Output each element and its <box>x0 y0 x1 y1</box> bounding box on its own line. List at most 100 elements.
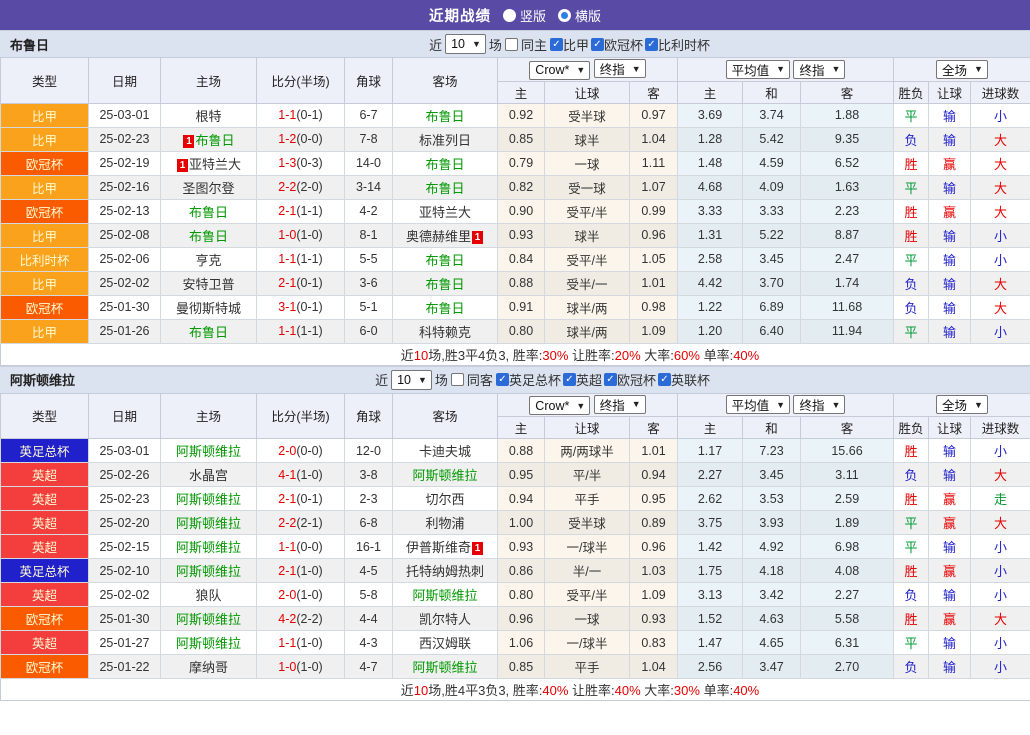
matches-count-select[interactable]: 10▼ <box>445 34 486 54</box>
halftime-score: (1-0) <box>296 588 322 602</box>
home-team-cell: 圣图尔登 <box>161 175 257 199</box>
col-header-type: 类型 <box>1 393 89 439</box>
home-team-name[interactable]: 阿斯顿维拉 <box>176 564 241 579</box>
home-team-cell: 阿斯顿维拉 <box>161 559 257 583</box>
result-goals: 小 <box>971 559 1030 583</box>
avg-odds-select[interactable]: 平均值▼ <box>726 395 790 414</box>
league-checkbox[interactable]: ✓ <box>496 373 509 386</box>
home-team-name[interactable]: 阿斯顿维拉 <box>176 612 241 627</box>
chevron-down-icon: ▼ <box>832 400 841 410</box>
away-odds: 0.97 <box>630 103 678 127</box>
corner-count: 4-2 <box>345 199 393 223</box>
away-team-name[interactable]: 布鲁日 <box>425 301 464 316</box>
home-odds: 0.79 <box>498 151 545 175</box>
home-team-name[interactable]: 布鲁日 <box>189 205 228 220</box>
vertical-layout-radio[interactable]: 竖版 <box>503 6 546 25</box>
away-team-name[interactable]: 卡迪夫城 <box>419 444 471 459</box>
same-side-checkbox[interactable] <box>505 38 518 51</box>
fullmatch-select[interactable]: 全场▼ <box>936 395 988 414</box>
summary-segment: 近 <box>401 348 414 363</box>
league-checkbox[interactable]: ✓ <box>604 373 617 386</box>
away-team-name[interactable]: 布鲁日 <box>425 109 464 124</box>
home-team-name[interactable]: 摩纳哥 <box>189 660 228 675</box>
fulltime-score: 1-1 <box>278 324 296 338</box>
home-team-name[interactable]: 布鲁日 <box>189 229 228 244</box>
matches-count-select[interactable]: 10▼ <box>391 370 432 390</box>
score-cell: 2-2(2-1) <box>257 511 345 535</box>
odds-time-select-value: 终指 <box>600 59 625 78</box>
away-team-name[interactable]: 布鲁日 <box>425 277 464 292</box>
home-odds: 0.80 <box>498 583 545 607</box>
radio-selected-icon[interactable] <box>558 9 571 22</box>
away-team-name[interactable]: 布鲁日 <box>425 181 464 196</box>
league-type-badge: 比甲 <box>1 103 89 127</box>
away-team-name[interactable]: 标准列日 <box>419 133 471 148</box>
league-checkbox[interactable]: ✓ <box>563 373 576 386</box>
away-team-name[interactable]: 阿斯顿维拉 <box>412 588 477 603</box>
away-team-name[interactable]: 科特赖克 <box>419 325 471 340</box>
fullmatch-select[interactable]: 全场▼ <box>936 60 988 79</box>
away-team-cell: 科特赖克 <box>393 319 498 343</box>
home-team-name[interactable]: 狼队 <box>195 588 221 603</box>
bookmaker-select[interactable]: Crow*▼ <box>529 396 590 415</box>
odds-time-select[interactable]: 终指▼ <box>594 59 646 78</box>
away-team-name[interactable]: 凯尔特人 <box>419 612 471 627</box>
home-team-name[interactable]: 水晶宫 <box>189 468 228 483</box>
filter-bar: 近 10▼ 场 同客 ✓英足总杯✓英超✓欧冠杯✓英联杯 <box>375 370 712 390</box>
league-type-badge: 欧冠杯 <box>1 655 89 679</box>
avg-home-odds: 2.62 <box>678 487 743 511</box>
home-team-name[interactable]: 阿斯顿维拉 <box>176 444 241 459</box>
avg-odds-time-select[interactable]: 终指▼ <box>793 60 845 79</box>
home-team-name[interactable]: 亚特兰大 <box>189 157 241 172</box>
halftime-score: (1-0) <box>296 564 322 578</box>
home-team-name[interactable]: 圣图尔登 <box>182 181 234 196</box>
away-team-name[interactable]: 利物浦 <box>425 516 464 531</box>
match-row: 英超25-02-23阿斯顿维拉2-1(0-1)2-3切尔西0.94平手0.952… <box>1 487 1030 511</box>
matches-table-team1: 类型 日期 主场 比分(半场) 角球 客场 Crow*▼ 终指▼ 平均值▼ 终指… <box>0 57 1030 366</box>
radio-icon[interactable] <box>503 9 516 22</box>
same-side-checkbox[interactable] <box>451 373 464 386</box>
score-cell: 2-1(1-0) <box>257 559 345 583</box>
away-team-name[interactable]: 托特纳姆热刺 <box>406 564 484 579</box>
home-team-name[interactable]: 根特 <box>195 109 221 124</box>
home-team-cell: 曼彻斯特城 <box>161 295 257 319</box>
away-team-cell: 布鲁日 <box>393 103 498 127</box>
away-team-name[interactable]: 布鲁日 <box>425 157 464 172</box>
result-wdl: 胜 <box>894 607 929 631</box>
home-team-name[interactable]: 布鲁日 <box>195 133 234 148</box>
home-team-name[interactable]: 亨克 <box>195 253 221 268</box>
odds-time-select[interactable]: 终指▼ <box>594 395 646 414</box>
home-team-name[interactable]: 阿斯顿维拉 <box>176 636 241 651</box>
home-team-name[interactable]: 阿斯顿维拉 <box>176 492 241 507</box>
fulltime-score: 1-1 <box>278 540 296 554</box>
avg-odds-time-select[interactable]: 终指▼ <box>793 395 845 414</box>
match-date: 25-02-15 <box>89 535 161 559</box>
avg-away-odds: 2.59 <box>801 487 894 511</box>
league-checkbox[interactable]: ✓ <box>550 38 563 51</box>
home-team-name[interactable]: 安特卫普 <box>182 277 234 292</box>
home-team-name[interactable]: 阿斯顿维拉 <box>176 516 241 531</box>
away-team-cell: 托特纳姆热刺 <box>393 559 498 583</box>
avg-odds-select[interactable]: 平均值▼ <box>726 60 790 79</box>
away-team-name[interactable]: 奥德赫维里 <box>406 229 471 244</box>
away-team-name[interactable]: 西汉姆联 <box>419 636 471 651</box>
away-team-name[interactable]: 亚特兰大 <box>419 205 471 220</box>
bookmaker-select[interactable]: Crow*▼ <box>529 61 590 80</box>
away-team-name[interactable]: 伊普斯维奇 <box>406 540 471 555</box>
result-goals: 走 <box>971 487 1030 511</box>
col-header-corner: 角球 <box>345 393 393 439</box>
halftime-score: (1-1) <box>296 252 322 266</box>
away-team-name[interactable]: 切尔西 <box>425 492 464 507</box>
league-checkbox[interactable]: ✓ <box>658 373 671 386</box>
away-team-name[interactable]: 阿斯顿维拉 <box>412 660 477 675</box>
home-team-name[interactable]: 阿斯顿维拉 <box>176 540 241 555</box>
away-team-name[interactable]: 阿斯顿维拉 <box>412 468 477 483</box>
home-team-name[interactable]: 曼彻斯特城 <box>176 301 241 316</box>
league-checkbox[interactable]: ✓ <box>591 38 604 51</box>
crow-odds-group-header: Crow*▼ 终指▼ <box>498 58 678 82</box>
league-checkbox[interactable]: ✓ <box>645 38 658 51</box>
same-side-label: 同客 <box>467 370 493 389</box>
horizontal-layout-radio[interactable]: 横版 <box>558 6 601 25</box>
home-team-name[interactable]: 布鲁日 <box>189 325 228 340</box>
away-team-name[interactable]: 布鲁日 <box>425 253 464 268</box>
